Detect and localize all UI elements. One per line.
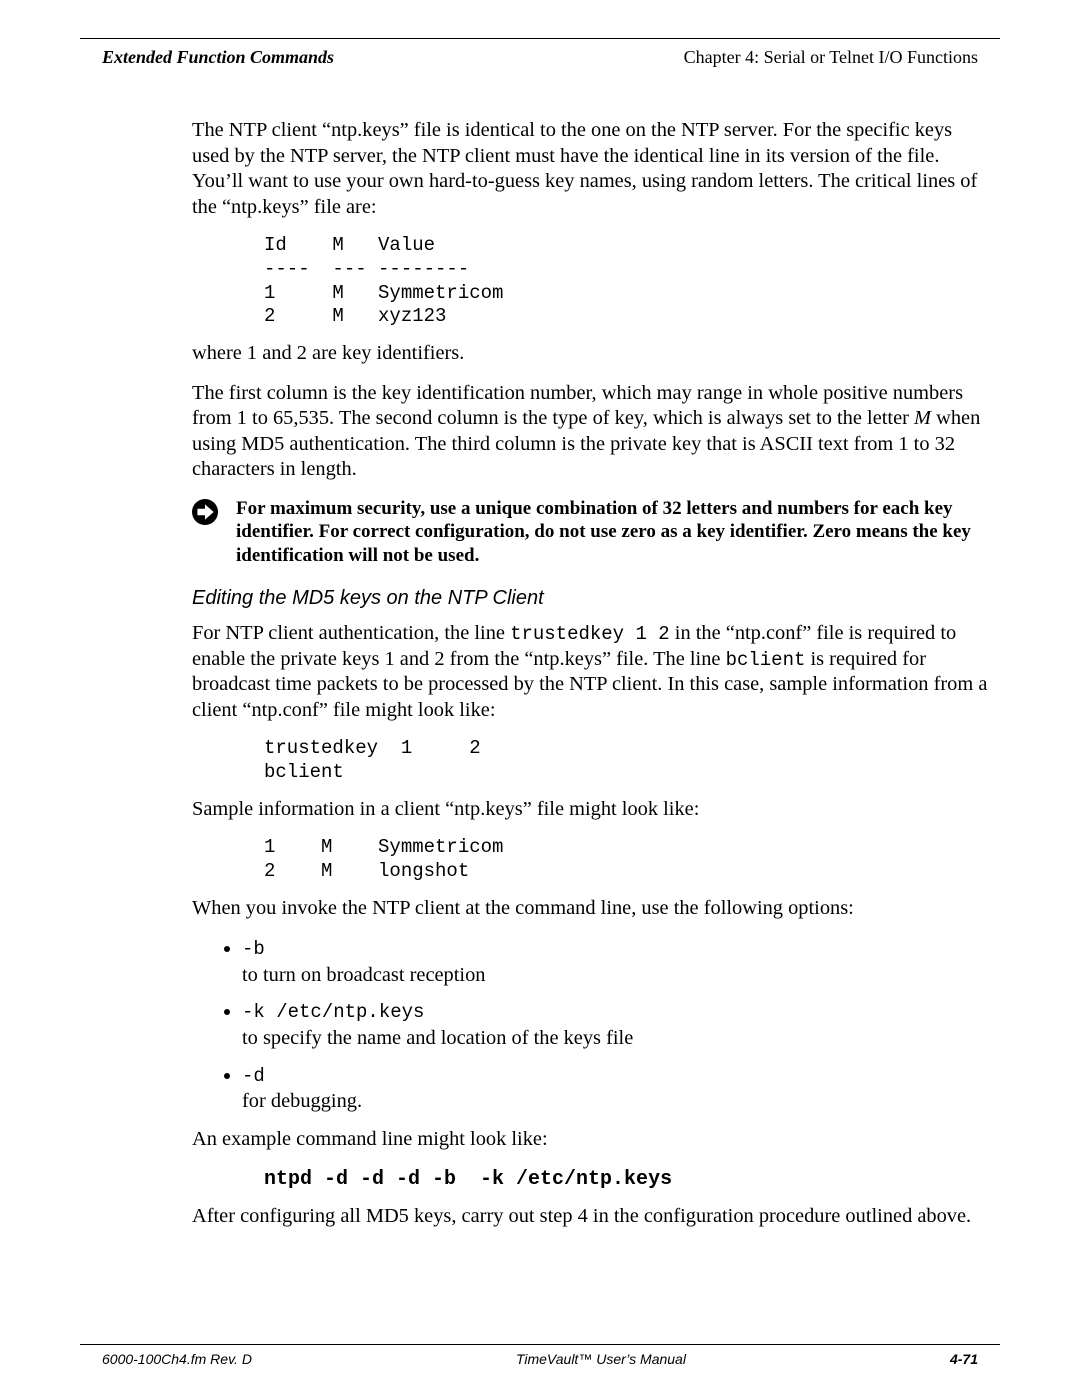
paragraph-sample-keys: Sample information in a client “ntp.keys… bbox=[192, 797, 988, 823]
paragraph-columns: The first column is the key identificati… bbox=[192, 381, 988, 483]
text-italic-m: M bbox=[914, 407, 931, 429]
footer-left: 6000-100Ch4.fm Rev. D bbox=[102, 1351, 252, 1367]
list-item: -k /etc/ntp.keys to specify the name and… bbox=[242, 998, 988, 1051]
option-code: -d bbox=[242, 1065, 265, 1087]
paragraph-invoke: When you invoke the NTP client at the co… bbox=[192, 896, 988, 922]
inline-code-bclient: bclient bbox=[726, 649, 806, 671]
options-list: -b to turn on broadcast reception -k /et… bbox=[222, 935, 988, 1115]
text-segment: The first column is the key identificati… bbox=[192, 382, 963, 430]
page-header: Extended Function Commands Chapter 4: Se… bbox=[80, 39, 1000, 68]
code-block-ntpconf: trustedkey 1 2 bclient bbox=[264, 737, 988, 785]
list-item: -b to turn on broadcast reception bbox=[242, 935, 988, 988]
body: The NTP client “ntp.keys” file is identi… bbox=[192, 118, 988, 1230]
code-block-ntpkeys-sample: 1 M Symmetricom 2 M longshot bbox=[264, 836, 988, 884]
option-desc: to turn on broadcast reception bbox=[242, 964, 485, 986]
page: Extended Function Commands Chapter 4: Se… bbox=[0, 0, 1080, 1397]
paragraph-client-auth: For NTP client authentication, the line … bbox=[192, 621, 988, 724]
footer-right: 4-71 bbox=[950, 1351, 978, 1367]
subheading-editing-md5: Editing the MD5 keys on the NTP Client bbox=[192, 586, 988, 611]
header-right: Chapter 4: Serial or Telnet I/O Function… bbox=[684, 47, 978, 68]
paragraph-after-config: After configuring all MD5 keys, carry ou… bbox=[192, 1204, 988, 1230]
list-item: -d for debugging. bbox=[242, 1062, 988, 1115]
paragraph-where: where 1 and 2 are key identifiers. bbox=[192, 341, 988, 367]
code-block-ntpkeys-header: Id M Value ---- --- -------- 1 M Symmetr… bbox=[264, 234, 988, 329]
paragraph-intro: The NTP client “ntp.keys” file is identi… bbox=[192, 118, 988, 220]
option-code: -k /etc/ntp.keys bbox=[242, 1001, 424, 1023]
content: The NTP client “ntp.keys” file is identi… bbox=[80, 68, 1000, 1344]
page-footer: 6000-100Ch4.fm Rev. D TimeVault™ User’s … bbox=[80, 1345, 1000, 1367]
command-text: ntpd -d -d -d -b -k /etc/ntp.keys bbox=[264, 1168, 672, 1191]
note-callout: For maximum security, use a unique combi… bbox=[192, 497, 988, 568]
option-code: -b bbox=[242, 938, 265, 960]
option-desc: for debugging. bbox=[242, 1090, 362, 1112]
header-left: Extended Function Commands bbox=[102, 47, 334, 68]
arrow-right-icon bbox=[192, 499, 218, 525]
text-segment: For NTP client authentication, the line bbox=[192, 622, 510, 644]
paragraph-example-cmd: An example command line might look like: bbox=[192, 1127, 988, 1153]
note-text: For maximum security, use a unique combi… bbox=[236, 497, 988, 568]
footer-center: TimeVault™ User’s Manual bbox=[516, 1351, 686, 1367]
option-desc: to specify the name and location of the … bbox=[242, 1027, 633, 1049]
command-line-example: ntpd -d -d -d -b -k /etc/ntp.keys bbox=[264, 1166, 988, 1192]
inline-code-trustedkey: trustedkey 1 2 bbox=[510, 623, 670, 645]
